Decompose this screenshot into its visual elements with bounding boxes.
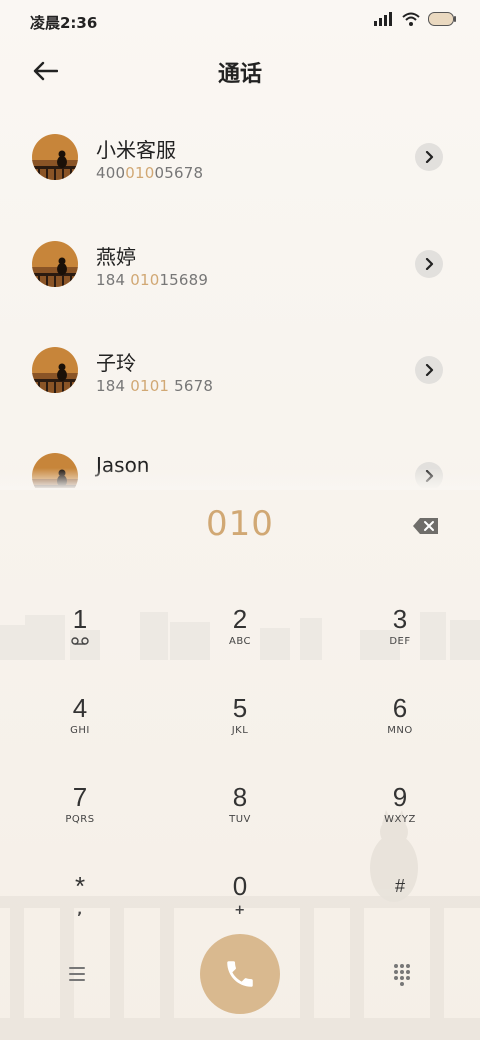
status-icons xyxy=(374,12,456,26)
key-digit: 6 xyxy=(392,693,408,723)
header: 通话 xyxy=(0,44,480,96)
contact-detail-button[interactable] xyxy=(415,143,443,171)
key-letters: JKL xyxy=(231,725,249,736)
key-letters: TUV xyxy=(229,814,251,825)
key-letters: , xyxy=(77,903,83,918)
key-9[interactable]: 9 WXYZ xyxy=(320,768,480,857)
key-digit: 3 xyxy=(392,604,408,634)
contact-name: 燕婷 xyxy=(96,245,136,269)
contact-suggestion-list[interactable]: 小米客服 40001005678 燕婷 184 01015689 子玲 184 … xyxy=(0,104,480,488)
key-letters: PQRS xyxy=(65,814,95,825)
contact-number: 184 01015689 xyxy=(96,271,209,289)
backspace-icon xyxy=(413,518,438,534)
contact-avatar xyxy=(32,241,78,287)
key-digit: # xyxy=(394,876,405,896)
key-letters: ABC xyxy=(228,636,251,647)
menu-icon xyxy=(69,967,85,981)
voicemail-icon xyxy=(71,637,89,645)
signal-icon xyxy=(374,12,392,26)
chevron-right-icon xyxy=(425,151,434,163)
key-digit: 0 xyxy=(232,871,248,901)
chevron-right-icon xyxy=(425,258,434,270)
key-letters: MNO xyxy=(387,725,413,736)
contact-avatar xyxy=(32,134,78,180)
call-button[interactable] xyxy=(200,934,280,1014)
backspace-button[interactable] xyxy=(412,516,440,536)
contact-detail-button[interactable] xyxy=(415,250,443,278)
key-letters: DEF xyxy=(389,636,411,647)
contact-number: 40001005678 xyxy=(96,164,204,182)
key-hash[interactable]: # xyxy=(320,857,480,946)
phone-icon xyxy=(227,961,253,987)
key-digit: 7 xyxy=(72,782,88,812)
key-star[interactable]: * , xyxy=(0,857,160,946)
contact-item[interactable]: 子玲 184 0101 5678 xyxy=(0,317,480,423)
key-5[interactable]: 5 JKL xyxy=(160,679,320,768)
status-bar: 凌晨2:36 xyxy=(0,0,480,44)
key-4[interactable]: 4 GHI xyxy=(0,679,160,768)
key-letters: GHI xyxy=(70,725,90,736)
key-digit: 5 xyxy=(232,693,248,723)
chevron-right-icon xyxy=(425,364,434,376)
status-time: 凌晨2:36 xyxy=(30,14,98,32)
key-0[interactable]: 0 + xyxy=(160,857,320,946)
key-3[interactable]: 3 DEF xyxy=(320,590,480,679)
contact-avatar xyxy=(32,347,78,393)
key-digit: 8 xyxy=(232,782,248,812)
bottom-bar xyxy=(0,934,480,1014)
key-letters: + xyxy=(234,903,246,918)
key-digit: 9 xyxy=(392,782,408,812)
key-digit: 1 xyxy=(72,604,88,634)
contact-name: 子玲 xyxy=(96,351,136,375)
dialpad-icon xyxy=(394,964,410,986)
key-letters: WXYZ xyxy=(384,814,416,825)
dialed-number: 010 xyxy=(206,504,274,544)
key-1[interactable]: 1 xyxy=(0,590,160,679)
battery-icon xyxy=(428,12,456,26)
contact-item[interactable]: 燕婷 184 01015689 xyxy=(0,211,480,317)
contact-name: 小米客服 xyxy=(96,138,176,162)
key-8[interactable]: 8 TUV xyxy=(160,768,320,857)
contact-detail-button[interactable] xyxy=(415,356,443,384)
key-6[interactable]: 6 MNO xyxy=(320,679,480,768)
key-digit: 2 xyxy=(232,604,248,634)
key-digit: 4 xyxy=(72,693,88,723)
menu-button[interactable] xyxy=(64,962,90,986)
wifi-icon xyxy=(402,12,420,26)
dialpad-toggle-button[interactable] xyxy=(390,962,414,986)
key-2[interactable]: 2 ABC xyxy=(160,590,320,679)
key-7[interactable]: 7 PQRS xyxy=(0,768,160,857)
contact-number: 184 0101 5678 xyxy=(96,377,214,395)
page-title: 通话 xyxy=(217,62,262,87)
list-fade xyxy=(0,468,480,490)
contact-item[interactable]: 小米客服 40001005678 xyxy=(0,104,480,210)
key-digit: * xyxy=(74,871,86,901)
